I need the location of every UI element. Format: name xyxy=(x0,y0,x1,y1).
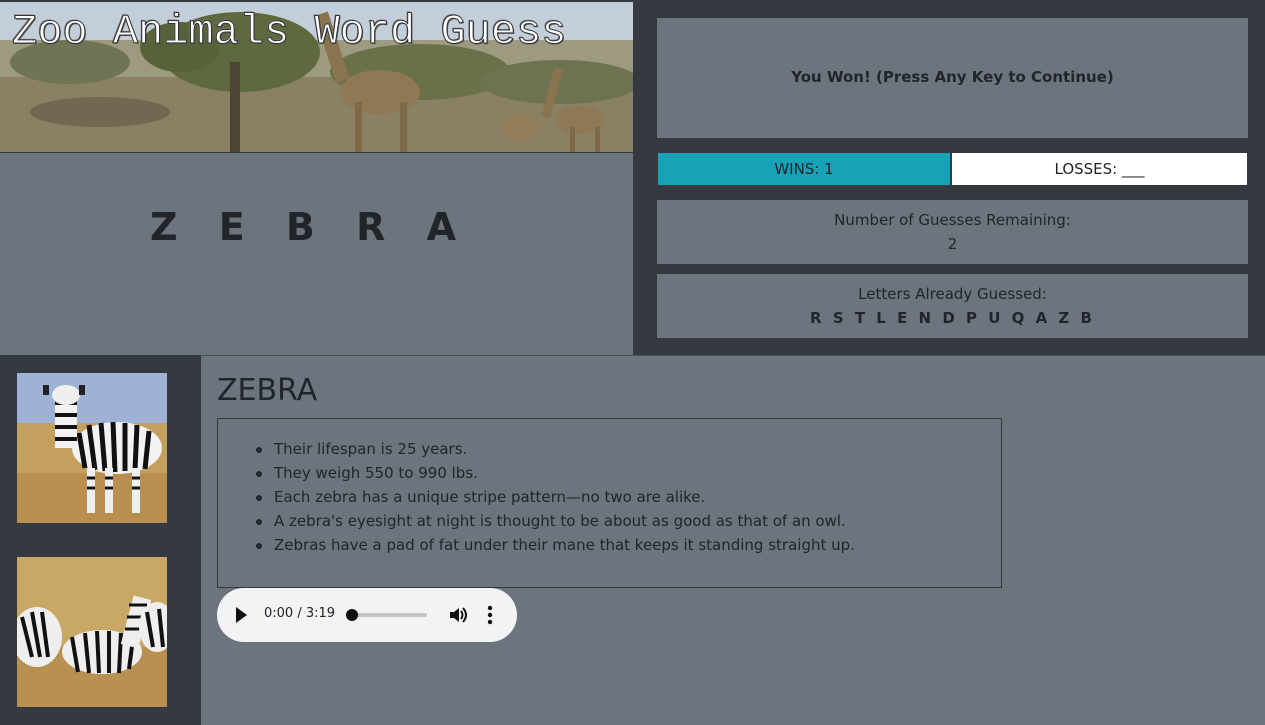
scoreboard: WINS: 1 LOSSES: ___ xyxy=(657,152,1248,186)
audio-player: 0:00 / 3:19 xyxy=(217,588,517,642)
wins-counter: WINS: 1 xyxy=(658,153,952,185)
audio-progress-bar[interactable] xyxy=(351,613,427,617)
audio-progress-handle[interactable] xyxy=(346,609,358,621)
word-display-area: Z E B R A xyxy=(0,152,633,355)
header-banner: Zoo Animals Word Guess xyxy=(0,2,633,152)
losses-counter: LOSSES: ___ xyxy=(952,153,1247,185)
guesses-remaining-label: Number of Guesses Remaining: xyxy=(834,211,1071,229)
play-icon[interactable] xyxy=(236,607,247,623)
letters-guessed-box: Letters Already Guessed: R S T L E N D P… xyxy=(657,274,1248,338)
current-word: Z E B R A xyxy=(149,205,471,249)
more-options-icon[interactable] xyxy=(487,605,493,625)
letters-guessed-label: Letters Already Guessed: xyxy=(858,285,1047,303)
letters-guessed-value: R S T L E N D P U Q A Z B xyxy=(810,309,1095,327)
list-item: Zebras have a pad of fat under their man… xyxy=(256,533,1001,557)
guesses-remaining-value: 2 xyxy=(947,235,958,253)
list-item: They weigh 550 to 990 lbs. xyxy=(256,461,1001,485)
page-title: Zoo Animals Word Guess xyxy=(12,8,567,57)
audio-time-display: 0:00 / 3:19 xyxy=(264,606,336,621)
guesses-remaining-box: Number of Guesses Remaining: 2 xyxy=(657,200,1248,264)
list-item: Each zebra has a unique stripe pattern—n… xyxy=(256,485,1001,509)
page: Zoo Animals Word Guess Z E B R A You Won… xyxy=(0,0,1265,725)
animal-name-heading: ZEBRA xyxy=(217,373,318,408)
volume-icon[interactable] xyxy=(448,605,468,625)
animal-facts-box: Their lifespan is 25 years. They weigh 5… xyxy=(217,418,1002,588)
zebra-standing-photo xyxy=(17,373,167,523)
zebra-herd-photo xyxy=(17,557,167,707)
animal-facts-list: Their lifespan is 25 years. They weigh 5… xyxy=(218,437,1001,557)
status-box: You Won! (Press Any Key to Continue) xyxy=(657,18,1248,138)
status-message: You Won! (Press Any Key to Continue) xyxy=(791,68,1114,86)
list-item: A zebra's eyesight at night is thought t… xyxy=(256,509,1001,533)
list-item: Their lifespan is 25 years. xyxy=(256,437,1001,461)
